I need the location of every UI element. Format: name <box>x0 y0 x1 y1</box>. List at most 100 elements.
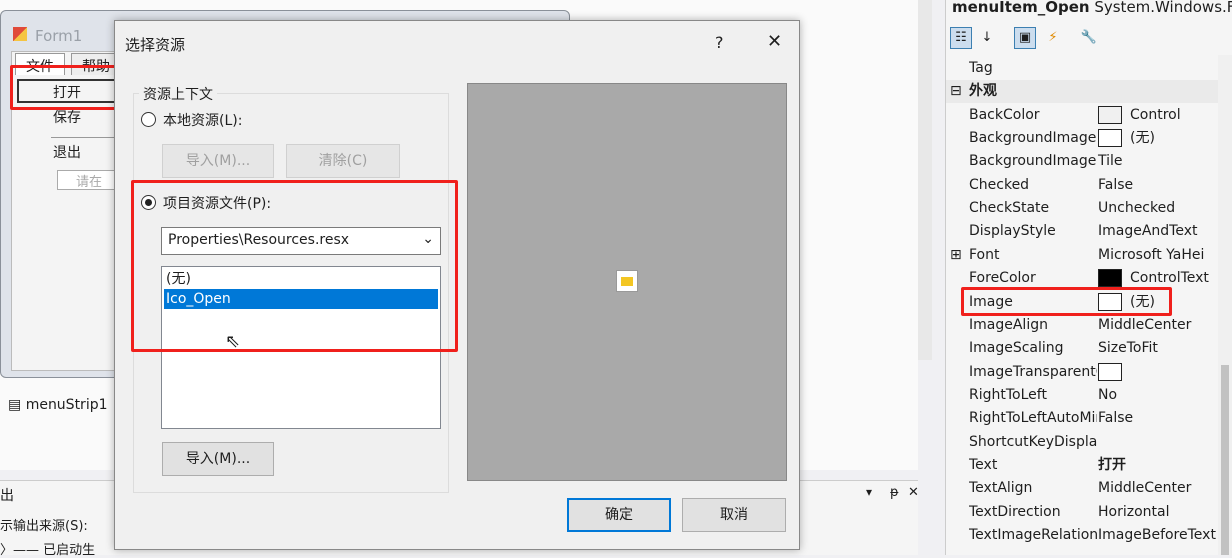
form-icon <box>13 27 27 41</box>
clear-button[interactable]: 清除(C) <box>286 144 400 178</box>
menustrip-label: menuStrip1 <box>25 397 108 413</box>
dialog-title: 选择资源 <box>125 36 186 54</box>
property-value[interactable]: (无) <box>1098 127 1155 150</box>
property-value[interactable]: Unchecked <box>1098 197 1175 220</box>
property-value-text: SizeToFit <box>1098 340 1158 357</box>
property-category[interactable]: ⊟ 外观 <box>946 80 1218 104</box>
property-scrollbar[interactable] <box>1218 55 1232 555</box>
property-name: Checked <box>969 176 1030 193</box>
property-value[interactable] <box>1098 361 1130 384</box>
object-selector[interactable]: menuItem_Open System.Windows.Fc <box>952 0 1232 16</box>
expand-icon[interactable]: ⊞ <box>950 244 962 267</box>
category-label: 外观 <box>969 83 997 100</box>
property-value-text: ImageBeforeText <box>1098 527 1216 543</box>
import-local-button[interactable]: 导入(M)... <box>162 144 274 178</box>
property-value[interactable]: MiddleCenter <box>1098 477 1191 500</box>
menu-item-exit[interactable]: 退出 <box>17 141 117 165</box>
property-value-text: Control <box>1130 106 1181 123</box>
property-row[interactable]: Checked False <box>946 174 1218 197</box>
property-value[interactable]: 打开 <box>1098 454 1126 477</box>
property-name: Tag <box>969 60 993 76</box>
designer-scrollbar[interactable] <box>918 0 932 360</box>
property-name: DisplayStyle <box>969 223 1056 240</box>
properties-panel: menuItem_Open System.Windows.Fc ☷ ↓ ▣ ⚡ … <box>945 0 1232 555</box>
property-row[interactable]: TextDirection Horizontal <box>946 501 1218 524</box>
property-value[interactable]: False <box>1098 407 1133 430</box>
folder-icon <box>616 270 638 292</box>
property-name: TextAlign <box>969 480 1033 497</box>
property-row[interactable]: BackColor Control <box>946 104 1218 127</box>
component-tray-menustrip[interactable]: ▤ menuStrip1 <box>8 397 108 413</box>
highlight-project-resource <box>131 180 458 352</box>
property-value[interactable]: Control <box>1098 104 1181 127</box>
property-name: ImageScaling <box>969 340 1064 357</box>
property-row[interactable]: TextAlign MiddleCenter <box>946 477 1218 500</box>
form1-title: Form1 <box>35 27 83 45</box>
pin-icon[interactable]: ᵽ <box>890 485 899 500</box>
highlight-image-property <box>961 287 1172 316</box>
property-value[interactable]: ImageAndText <box>1098 220 1198 243</box>
events-icon[interactable]: ⚡ <box>1042 27 1064 49</box>
property-value[interactable]: False <box>1098 174 1133 197</box>
output-dropdown-icon[interactable]: ▾ <box>866 485 872 499</box>
property-name: CheckState <box>969 200 1050 217</box>
property-value-text: Horizontal <box>1098 503 1170 520</box>
property-value[interactable]: Microsoft YaHei <box>1098 244 1204 267</box>
help-button[interactable]: ? <box>715 33 724 52</box>
properties-icon[interactable]: ▣ <box>1014 27 1036 49</box>
property-pages-icon[interactable]: 🔧 <box>1078 27 1100 49</box>
property-row[interactable]: ImageTransparentColor <box>946 361 1218 384</box>
property-name: ShortcutKeyDisplayString <box>969 433 1097 450</box>
property-row[interactable]: RightToLeftAutoMirrorImageFalse <box>946 407 1218 430</box>
property-value[interactable]: ImageBeforeText <box>1098 524 1216 547</box>
property-row[interactable]: BackgroundImage (无) <box>946 127 1218 150</box>
color-swatch <box>1098 105 1122 124</box>
output-line: 〉—— 已启动生 <box>0 543 96 558</box>
property-value-text: 打开 <box>1098 456 1126 473</box>
property-name: BackgroundImage <box>969 130 1097 147</box>
property-row[interactable]: RightToLeft No <box>946 384 1218 407</box>
property-row[interactable]: Text 打开 <box>946 454 1218 477</box>
color-swatch <box>1098 362 1122 381</box>
close-icon[interactable]: ✕ <box>908 485 919 500</box>
object-type: System.Windows.Fc <box>1094 0 1232 16</box>
menu-type-here[interactable]: 请在 <box>57 170 121 190</box>
property-row[interactable]: CheckState Unchecked <box>946 197 1218 220</box>
property-row[interactable]: ⊞ Font Microsoft YaHei <box>946 244 1218 267</box>
property-row[interactable]: TextImageRelation ImageBeforeText <box>946 524 1218 547</box>
output-source-label: 示输出来源(S): <box>0 519 88 534</box>
property-row[interactable]: ImageAlign MiddleCenter <box>946 314 1218 337</box>
property-name: BackColor <box>969 106 1040 123</box>
property-value[interactable]: No <box>1098 384 1117 407</box>
property-row[interactable]: Tag <box>946 57 1218 80</box>
local-resource-label: 本地资源(L): <box>163 113 243 129</box>
property-name: TextDirection <box>969 503 1061 520</box>
alphabetical-icon[interactable]: ↓ <box>976 27 998 49</box>
output-title: 出 <box>0 488 14 504</box>
property-row[interactable]: DisplayStyle ImageAndText <box>946 220 1218 243</box>
property-value-text: Unchecked <box>1098 200 1176 217</box>
property-value-text: False <box>1098 176 1134 193</box>
cancel-button[interactable]: 取消 <box>682 498 786 532</box>
property-value[interactable]: MiddleCenter <box>1098 314 1191 337</box>
property-name: Text <box>969 456 998 473</box>
property-value[interactable]: Tile <box>1098 150 1123 173</box>
property-name: RightToLeft <box>969 386 1047 403</box>
property-row[interactable]: ImageScaling SizeToFit <box>946 337 1218 360</box>
ok-button[interactable]: 确定 <box>567 498 671 532</box>
property-row[interactable]: BackgroundImageLayoutTile <box>946 150 1218 173</box>
color-swatch <box>1098 269 1122 288</box>
property-value-text: Microsoft YaHei <box>1098 246 1205 263</box>
property-value[interactable]: SizeToFit <box>1098 337 1158 360</box>
import-button[interactable]: 导入(M)... <box>162 442 274 476</box>
local-resource-radio[interactable] <box>141 112 156 127</box>
property-name: RightToLeftAutoMirrorImage <box>969 410 1097 427</box>
property-value-text: Tile <box>1098 153 1123 170</box>
image-preview <box>467 83 787 481</box>
dialog-close-button[interactable]: ✕ <box>767 31 782 52</box>
categorized-icon[interactable]: ☷ <box>950 27 972 49</box>
property-row[interactable]: ShortcutKeyDisplayString <box>946 431 1218 454</box>
collapse-icon[interactable]: ⊟ <box>950 80 962 103</box>
property-value[interactable]: Horizontal <box>1098 501 1169 524</box>
object-name: menuItem_Open <box>952 0 1090 16</box>
